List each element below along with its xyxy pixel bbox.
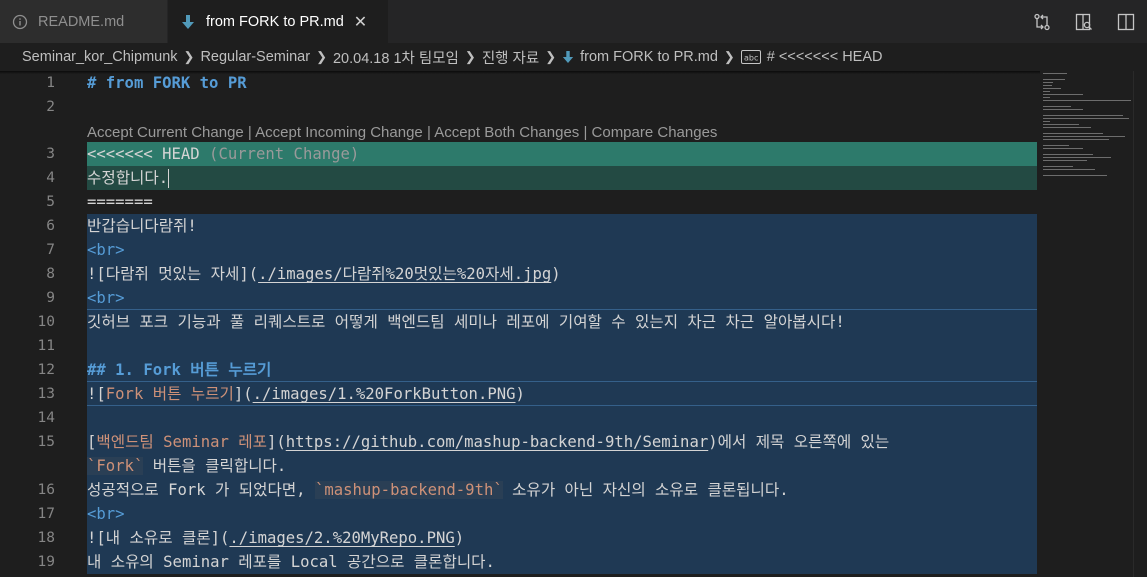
tab-label: README.md [38,13,125,30]
accept-both-changes-link[interactable]: Accept Both Changes [434,124,579,141]
code-line[interactable]: 깃허브 포크 기능과 풀 리퀘스트로 어떻게 백엔드팀 세미나 레포에 기여할 … [87,310,1037,334]
breadcrumb: Seminar_kor_Chipmunk ❯ Regular-Seminar ❯… [0,43,1147,71]
breadcrumb-item[interactable]: # <<<<<<< HEAD [767,49,883,65]
text-cursor [168,169,170,188]
code-line[interactable]: 성공적으로 Fork 가 되었다면, `mashup-backend-9th` … [87,478,1037,502]
vertical-scrollbar[interactable] [1133,71,1147,577]
code-line[interactable]: 반갑습니다람쥐! [87,214,1037,238]
code-line[interactable]: <br> [87,238,1037,262]
line-number: 18 [37,530,55,546]
code-line[interactable]: # from FORK to PR [87,71,1037,95]
code-line[interactable]: 내 소유의 Seminar 레포를 Local 공간으로 클론합니다. [87,550,1037,574]
line-number: 11 [37,338,55,354]
line-number: 5 [46,194,55,210]
chevron-right-icon: ❯ [183,49,195,64]
breadcrumb-item[interactable]: Regular-Seminar [200,49,310,65]
line-number: 10 [37,314,55,330]
breadcrumb-shadow [0,71,1040,74]
line-number: 1 [46,75,55,91]
line-number: 3 [46,146,55,162]
tab-from-fork-to-pr[interactable]: from FORK to PR.md ✕ [168,0,388,43]
svg-text:abc: abc [744,54,758,63]
split-editor-icon[interactable] [1105,0,1147,43]
line-number: 17 [37,506,55,522]
merge-conflict-actions: Accept Current Change | Accept Incoming … [87,124,718,141]
download-arrow-icon [180,14,196,30]
tab-readme[interactable]: README.md [0,0,168,43]
code-line-wrap[interactable]: `Fork` 버튼을 클릭합니다. [87,454,1037,478]
line-number: 14 [37,410,55,426]
code-line[interactable]: ![Fork 버튼 누르기](./images/1.%20ForkButton.… [87,382,1037,406]
text-symbol-icon: abc [740,50,761,64]
code-line[interactable]: <br> [87,286,1037,310]
line-number: 2 [46,99,55,115]
line-number: 8 [46,266,55,282]
code-line[interactable]: ![다람쥐 멋있는 자세](./images/다람쥐%20멋있는%20자세.jp… [87,262,1037,286]
code-line[interactable]: [백엔드팀 Seminar 레포](https://github.com/mas… [87,430,1037,454]
accept-current-change-link[interactable]: Accept Current Change [87,124,244,141]
code-line[interactable]: <br> [87,502,1037,526]
breadcrumb-item[interactable]: 20.04.18 1차 팀모임 [333,47,459,68]
compare-changes-link[interactable]: Compare Changes [592,124,718,141]
breadcrumb-item[interactable]: Seminar_kor_Chipmunk [22,49,178,65]
line-number: 6 [46,218,55,234]
chevron-right-icon: ❯ [545,49,557,64]
line-number: 7 [46,242,55,258]
line-number: 15 [37,434,55,450]
line-number: 16 [37,482,55,498]
chevron-right-icon: ❯ [723,49,735,64]
chevron-right-icon: ❯ [316,49,327,64]
code-line[interactable] [87,406,1037,430]
breadcrumb-item[interactable]: 진행 자료 [482,47,539,68]
open-preview-icon[interactable] [1063,0,1105,43]
code-editor[interactable]: 1 # from FORK to PR 2 Accept Current Cha… [0,71,1040,577]
close-icon[interactable]: ✕ [354,12,367,32]
info-icon [12,14,28,30]
conflict-separator[interactable]: ======= [87,190,1037,214]
download-arrow-icon [562,50,574,64]
line-number: 13 [37,386,55,402]
minimap[interactable] [1040,71,1147,577]
accept-incoming-change-link[interactable]: Accept Incoming Change [255,124,423,141]
code-line[interactable]: ## 1. Fork 버튼 누르기 [87,358,1037,382]
conflict-current-header[interactable]: <<<<<<< HEAD (Current Change) [87,142,1037,166]
line-number: 4 [46,170,55,186]
line-number: 9 [46,290,55,306]
breadcrumb-item[interactable]: from FORK to PR.md [580,49,718,65]
tab-label: from FORK to PR.md [206,13,344,30]
tab-bar: README.md from FORK to PR.md ✕ [0,0,1147,43]
code-line[interactable]: 수정합니다. [87,166,1037,190]
compare-changes-icon[interactable] [1021,0,1063,43]
line-number: 12 [37,362,55,378]
line-number: 19 [37,554,55,570]
chevron-right-icon: ❯ [464,49,476,64]
code-line[interactable] [87,334,1037,358]
code-line[interactable]: ![내 소유로 클론](./images/2.%20MyRepo.PNG) [87,526,1037,550]
